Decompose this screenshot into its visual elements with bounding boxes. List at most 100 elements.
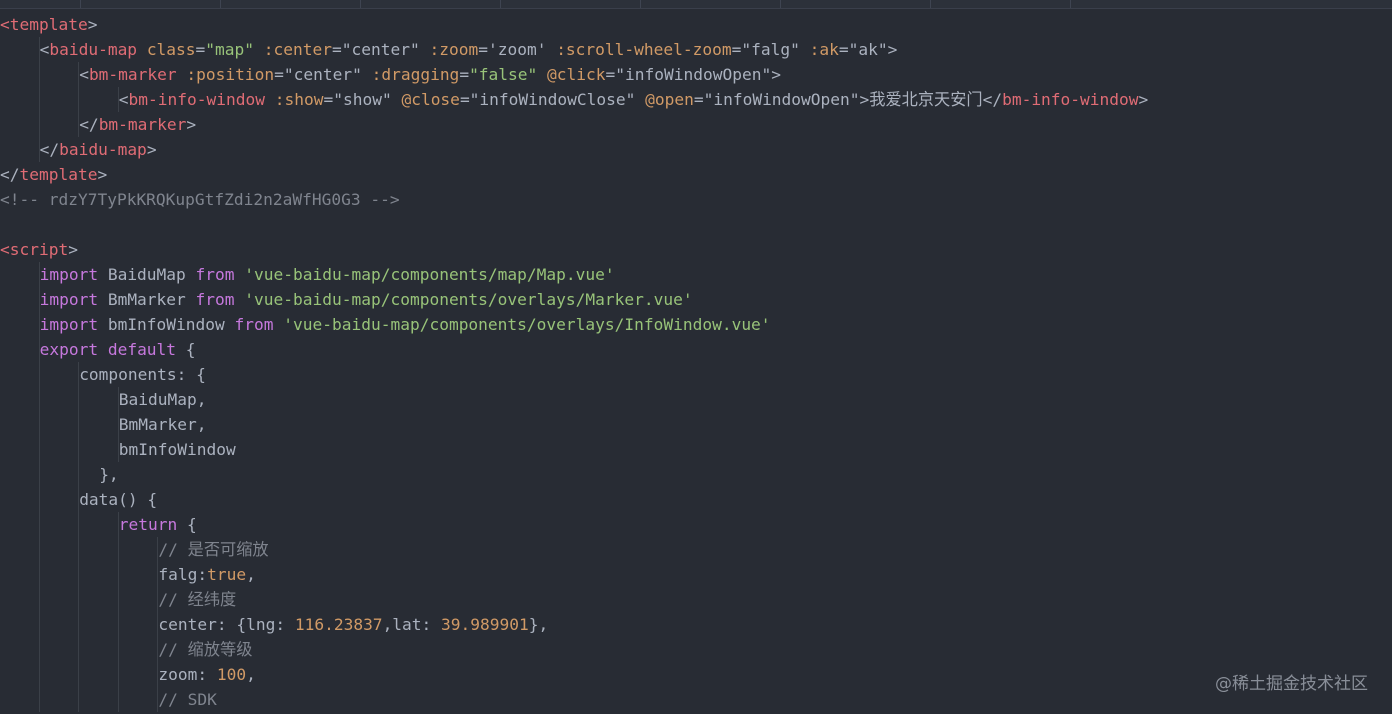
code-line[interactable]: import BaiduMap from 'vue-baidu-map/comp… xyxy=(0,262,1392,287)
tab-strip xyxy=(0,0,1392,9)
code-text: <bm-info-window :show="show" @close="inf… xyxy=(119,87,1148,112)
code-token: > xyxy=(186,115,197,134)
indent-guide xyxy=(117,562,119,587)
code-text: BmMarker, xyxy=(119,412,207,437)
watermark: @稀土掘金技术社区 xyxy=(1215,674,1368,694)
indent-guide xyxy=(38,587,40,612)
code-line[interactable]: components: { xyxy=(0,362,1392,387)
code-token: falg: xyxy=(158,565,208,584)
code-text: // 经纬度 xyxy=(158,587,236,612)
tab-divider xyxy=(220,0,221,8)
code-token: = xyxy=(459,65,470,84)
indent-guide xyxy=(78,612,80,637)
code-text: import bmInfoWindow from 'vue-baidu-map/… xyxy=(40,312,771,337)
code-token: ="infoWindowOpen"> xyxy=(605,65,781,84)
indent-guide xyxy=(117,587,119,612)
code-text: BaiduMap, xyxy=(119,387,207,412)
code-line[interactable]: </bm-marker> xyxy=(0,112,1392,137)
indent-guide xyxy=(38,62,40,87)
code-line[interactable]: // 缩放等级 xyxy=(0,637,1392,662)
code-line[interactable]: BaiduMap, xyxy=(0,387,1392,412)
code-token: ="ak"> xyxy=(838,40,898,59)
code-token: 100 xyxy=(216,665,247,684)
code-token: }, xyxy=(99,465,119,484)
code-token: < xyxy=(79,65,89,84)
code-line[interactable]: bmInfoWindow xyxy=(0,437,1392,462)
indent-guide xyxy=(117,537,119,562)
code-token: ='zoom' xyxy=(478,40,557,59)
code-token: :dragging xyxy=(371,65,460,84)
code-token: <template xyxy=(0,15,88,34)
code-line[interactable]: // 经纬度 xyxy=(0,587,1392,612)
code-line[interactable]: </baidu-map> xyxy=(0,137,1392,162)
code-area[interactable]: <template> <baidu-map class="map" :center… xyxy=(0,12,1392,712)
code-line[interactable]: falg:true, xyxy=(0,562,1392,587)
code-token: ="infoWindowOpen">我爱北京天安门</ xyxy=(693,90,1003,109)
code-line[interactable]: export default { xyxy=(0,337,1392,362)
code-line[interactable]: <bm-marker :position="center" :dragging=… xyxy=(0,62,1392,87)
indent-guide xyxy=(78,462,80,487)
code-token: , xyxy=(246,665,256,684)
code-token: bm-info-window xyxy=(128,90,265,109)
code-token: BaiduMap xyxy=(98,265,196,284)
code-line[interactable]: data() { xyxy=(0,487,1392,512)
tab-divider xyxy=(360,0,361,8)
code-text: bmInfoWindow xyxy=(119,437,236,462)
code-line[interactable]: // 是否可缩放 xyxy=(0,537,1392,562)
code-token: > xyxy=(1138,90,1149,109)
code-token: // 缩放等级 xyxy=(158,640,253,659)
code-token: class xyxy=(146,40,196,59)
code-line[interactable]: }, xyxy=(0,462,1392,487)
code-token: :position xyxy=(186,65,275,84)
code-token: { xyxy=(177,515,197,534)
code-line[interactable]: <script> xyxy=(0,237,1392,262)
code-token: bmInfoWindow xyxy=(118,440,236,459)
code-token: ="falg" xyxy=(731,40,810,59)
code-token: ="show" xyxy=(323,90,402,109)
code-line[interactable]: center: {lng: 116.23837,lat: 39.989901}, xyxy=(0,612,1392,637)
indent-guide xyxy=(78,587,80,612)
code-token: baidu-map xyxy=(49,40,138,59)
code-token: bm-marker xyxy=(98,115,187,134)
tab-divider xyxy=(80,0,81,8)
code-line[interactable]: import bmInfoWindow from 'vue-baidu-map/… xyxy=(0,312,1392,337)
code-line[interactable]: <baidu-map class="map" :center="center" … xyxy=(0,37,1392,62)
code-token: ,lat: xyxy=(382,615,442,634)
indent-guide xyxy=(78,537,80,562)
code-text: falg:true, xyxy=(158,562,255,587)
code-token: 39.989901 xyxy=(441,615,529,634)
code-token: }, xyxy=(528,615,549,634)
code-line[interactable]: return { xyxy=(0,512,1392,537)
tab-divider xyxy=(500,0,501,8)
code-token: @open xyxy=(645,90,694,109)
code-line[interactable]: // SDK xyxy=(0,687,1392,712)
code-token: > xyxy=(68,240,78,259)
code-token: import xyxy=(39,265,99,284)
code-line[interactable]: import BmMarker from 'vue-baidu-map/comp… xyxy=(0,287,1392,312)
code-line[interactable]: </template> xyxy=(0,162,1392,187)
code-line[interactable]: <bm-info-window :show="show" @close="inf… xyxy=(0,87,1392,112)
code-token: export xyxy=(39,340,99,359)
indent-guide xyxy=(38,112,40,137)
code-line[interactable]: <!-- rdzY7TyPkKRQKupGtfZdi2n2aWfHG0G3 --… xyxy=(0,187,1392,212)
code-line[interactable] xyxy=(0,212,1392,237)
code-token: BmMarker xyxy=(98,290,196,309)
indent-guide xyxy=(78,387,80,412)
indent-guide xyxy=(78,687,80,712)
code-token: bm-marker xyxy=(88,65,177,84)
code-token: </ xyxy=(0,165,20,184)
code-editor[interactable]: <template> <baidu-map class="map" :center… xyxy=(0,0,1392,714)
code-token: , xyxy=(246,565,256,584)
code-line[interactable]: zoom: 100, xyxy=(0,662,1392,687)
code-line[interactable]: <template> xyxy=(0,12,1392,37)
code-text: components: { xyxy=(79,362,206,387)
code-line[interactable]: BmMarker, xyxy=(0,412,1392,437)
indent-guide xyxy=(78,412,80,437)
code-text: // 缩放等级 xyxy=(158,637,252,662)
indent-guide xyxy=(78,437,80,462)
code-text: center: {lng: 116.23837,lat: 39.989901}, xyxy=(158,612,548,637)
code-text: import BaiduMap from 'vue-baidu-map/comp… xyxy=(40,262,615,287)
